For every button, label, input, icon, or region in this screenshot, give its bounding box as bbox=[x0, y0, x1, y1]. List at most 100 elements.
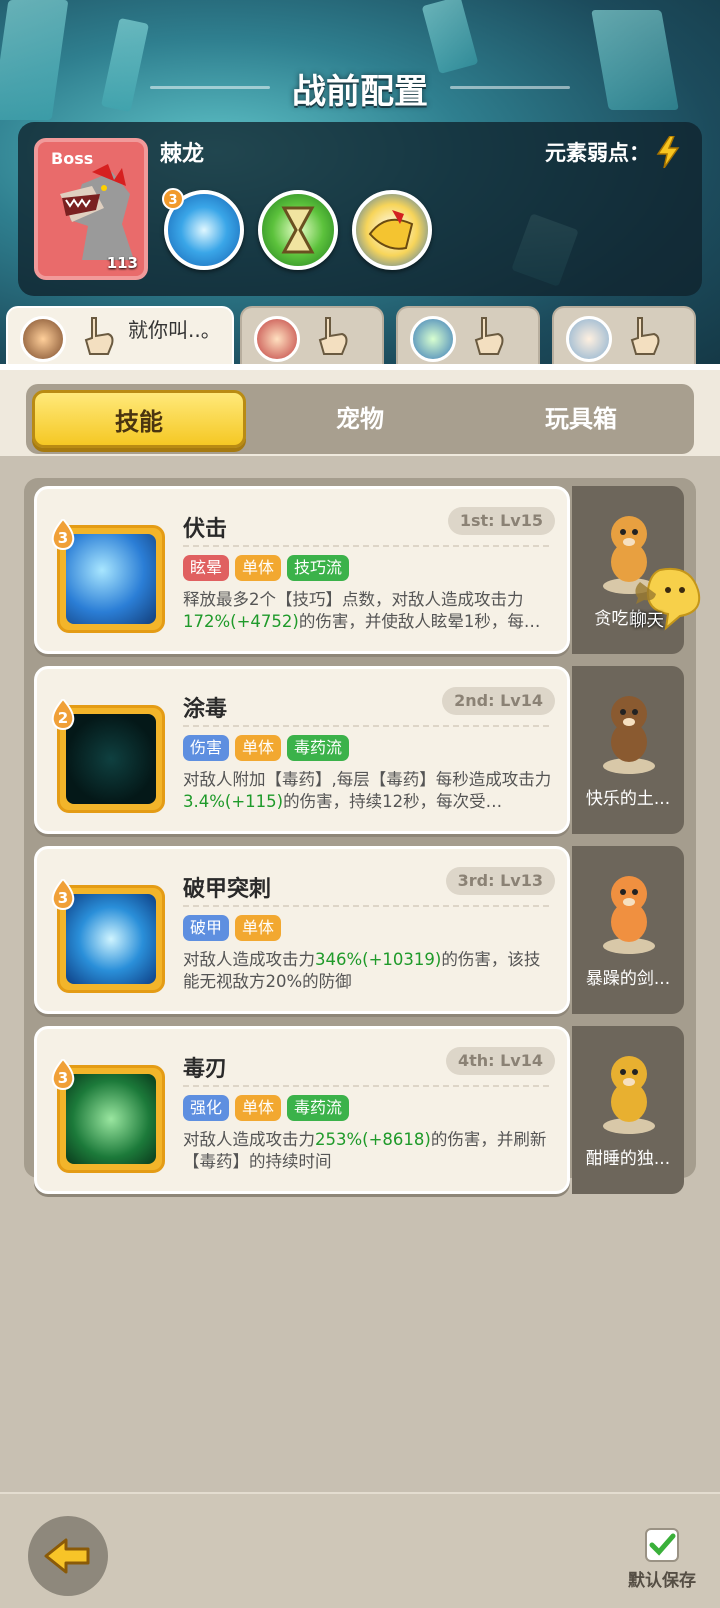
desc-percent: 3.4% bbox=[183, 792, 225, 811]
skill-tag: 毒药流 bbox=[287, 1095, 350, 1121]
skill-icon bbox=[66, 1074, 156, 1164]
pet-name: 酣睡的独... bbox=[585, 1149, 671, 1169]
hero-tab-3[interactable] bbox=[396, 306, 540, 366]
tap-hand-icon bbox=[84, 317, 114, 355]
skill-icon bbox=[66, 714, 156, 804]
pet-portrait bbox=[603, 876, 655, 954]
hero-tab-1[interactable]: 就你叫..。 bbox=[6, 306, 234, 366]
hero-name: 就你叫..。 bbox=[128, 318, 221, 342]
skill-tag: 单体 bbox=[235, 915, 282, 941]
boss-level: 113 bbox=[106, 254, 138, 272]
skill-rank-badge: 2nd: Lv14 bbox=[442, 687, 555, 715]
skill-level-text: 3 bbox=[58, 889, 68, 907]
hero-tab-4[interactable] bbox=[552, 306, 696, 366]
pet-slot[interactable]: 暴躁的剑... bbox=[572, 846, 684, 1014]
skill-tag: 伤害 bbox=[183, 735, 230, 761]
boss-skill-hourglass-icon[interactable] bbox=[258, 190, 338, 270]
bottom-bar: 默认保存 bbox=[0, 1492, 720, 1608]
pet-slot[interactable]: 酣睡的独... bbox=[572, 1026, 684, 1194]
skill-description: 对敌人造成攻击力346%(+10319)的伤害，该技能无视敌方20%的防御 bbox=[183, 949, 553, 993]
skill-card[interactable]: 3 伏击 1st: Lv15 眩晕 单体 技巧流 释放最多2个【技巧】点数，对敌人造… bbox=[34, 486, 570, 654]
tab-toybox[interactable]: 玩具箱 bbox=[474, 390, 688, 448]
chat-label[interactable]: 聊天 bbox=[630, 606, 664, 631]
hero-avatar bbox=[254, 316, 300, 362]
pet-portrait bbox=[603, 1056, 655, 1134]
category-tab-strip: 技能 宠物 玩具箱 bbox=[0, 364, 720, 456]
skill-rank-badge: 1st: Lv15 bbox=[447, 507, 555, 535]
skill-icon bbox=[66, 534, 156, 624]
skill-icon bbox=[66, 894, 156, 984]
pet-portrait bbox=[603, 696, 655, 774]
page-title: 战前配置 bbox=[292, 72, 428, 112]
hero-tab-2[interactable] bbox=[240, 306, 384, 366]
desc-percent: 172% bbox=[183, 612, 231, 631]
weakness-label: 元素弱点： bbox=[545, 141, 650, 165]
save-checkbox[interactable] bbox=[645, 1528, 679, 1562]
skill-card[interactable]: 3 破甲突刺 3rd: Lv13 破甲 单体 对敌人造成攻击力346%(+1031… bbox=[34, 846, 570, 1014]
element-weakness: 元素弱点： bbox=[545, 136, 680, 168]
hero-avatar bbox=[410, 316, 456, 362]
battle-setup-screen: 战前配置 Boss 113 棘龙 元素弱点： 3 就你叫..。 技能 宠物 玩具… bbox=[0, 0, 720, 1608]
pet-name: 快乐的土... bbox=[585, 789, 671, 809]
tab-skills[interactable]: 技能 bbox=[32, 390, 246, 448]
skill-tags: 破甲 单体 bbox=[183, 915, 282, 941]
desc-bonus: (+115) bbox=[224, 792, 284, 811]
skill-name: 伏击 bbox=[183, 517, 228, 542]
tap-hand-icon bbox=[318, 317, 348, 355]
desc-text: 对敌人造成攻击力 bbox=[183, 950, 315, 969]
skill-tag: 强化 bbox=[183, 1095, 230, 1121]
pet-slot[interactable]: 快乐的土... bbox=[572, 666, 684, 834]
divider bbox=[183, 1085, 549, 1087]
boss-skill-water-icon[interactable]: 3 bbox=[162, 188, 244, 270]
desc-text: 的伤害，并使敌人眩晕1秒，每… bbox=[298, 612, 541, 631]
back-button[interactable] bbox=[28, 1516, 108, 1596]
skill-name: 毒刃 bbox=[183, 1057, 228, 1082]
skill-rank-badge: 3rd: Lv13 bbox=[445, 867, 555, 895]
beast-icon bbox=[368, 210, 414, 250]
skill-tag: 单体 bbox=[235, 735, 282, 761]
desc-bonus: (+4752) bbox=[230, 612, 299, 631]
skill-tag: 毒药流 bbox=[287, 735, 350, 761]
skill-tags: 眩晕 单体 技巧流 bbox=[183, 555, 350, 581]
skill-card[interactable]: 3 毒刃 4th: Lv14 强化 单体 毒药流 对敌人造成攻击力253%(+861… bbox=[34, 1026, 570, 1194]
tab-pets[interactable]: 宠物 bbox=[253, 390, 467, 448]
skill-name: 破甲突刺 bbox=[183, 877, 272, 902]
skill-level-badge: 2 bbox=[51, 699, 75, 731]
skill-level-badge: 3 bbox=[51, 879, 75, 911]
desc-text: 的伤害，持续12秒，每次受… bbox=[283, 792, 503, 811]
desc-text: 对敌人造成攻击力 bbox=[183, 1130, 315, 1149]
skill-tag: 技巧流 bbox=[287, 555, 350, 581]
skill-tags: 伤害 单体 毒药流 bbox=[183, 735, 350, 761]
skill-description: 对敌人附加【毒药】,每层【毒药】每秒造成攻击力 3.4%(+115)的伤害，持续1… bbox=[183, 769, 553, 813]
boss-panel: Boss 113 棘龙 元素弱点： 3 bbox=[18, 122, 702, 296]
divider bbox=[183, 545, 549, 547]
skill-rank-badge: 4th: Lv14 bbox=[445, 1047, 555, 1075]
hero-avatar bbox=[20, 316, 66, 362]
skill-description: 释放最多2个【技巧】点数，对敌人造成攻击力 172%(+4752)的伤害，并使敌人… bbox=[183, 589, 553, 633]
divider bbox=[183, 725, 549, 727]
skill-level-text: 3 bbox=[58, 529, 68, 547]
skill-tags: 强化 单体 毒药流 bbox=[183, 1095, 350, 1121]
boss-name: 棘龙 bbox=[160, 142, 205, 167]
hourglass-icon bbox=[281, 206, 315, 254]
skill-card[interactable]: 2 涂毒 2nd: Lv14 伤害 单体 毒药流 对敌人附加【毒药】,每层【毒药】每… bbox=[34, 666, 570, 834]
desc-bonus: (+10319) bbox=[362, 950, 442, 969]
default-save-toggle[interactable]: 默认保存 bbox=[620, 1528, 704, 1591]
save-label: 默认保存 bbox=[628, 1571, 696, 1591]
desc-percent: 253% bbox=[315, 1130, 363, 1149]
check-icon bbox=[649, 1533, 676, 1556]
divider bbox=[183, 905, 549, 907]
skill-tag: 单体 bbox=[235, 1095, 282, 1121]
skill-tag: 眩晕 bbox=[183, 555, 230, 581]
tap-hand-icon bbox=[630, 317, 660, 355]
boss-card[interactable]: Boss 113 bbox=[34, 138, 148, 280]
lightning-icon bbox=[656, 136, 680, 168]
category-tabs: 技能 宠物 玩具箱 bbox=[26, 384, 694, 454]
desc-text: 释放最多2个【技巧】点数，对敌人造成攻击力 bbox=[183, 590, 524, 609]
tap-hand-icon bbox=[474, 317, 504, 355]
boss-skill-level-badge: 3 bbox=[162, 188, 184, 210]
boss-skill-shield-icon[interactable] bbox=[352, 190, 432, 270]
desc-percent: 346% bbox=[315, 950, 363, 969]
spinosaurus-portrait bbox=[60, 164, 134, 260]
skill-name: 涂毒 bbox=[183, 697, 228, 722]
